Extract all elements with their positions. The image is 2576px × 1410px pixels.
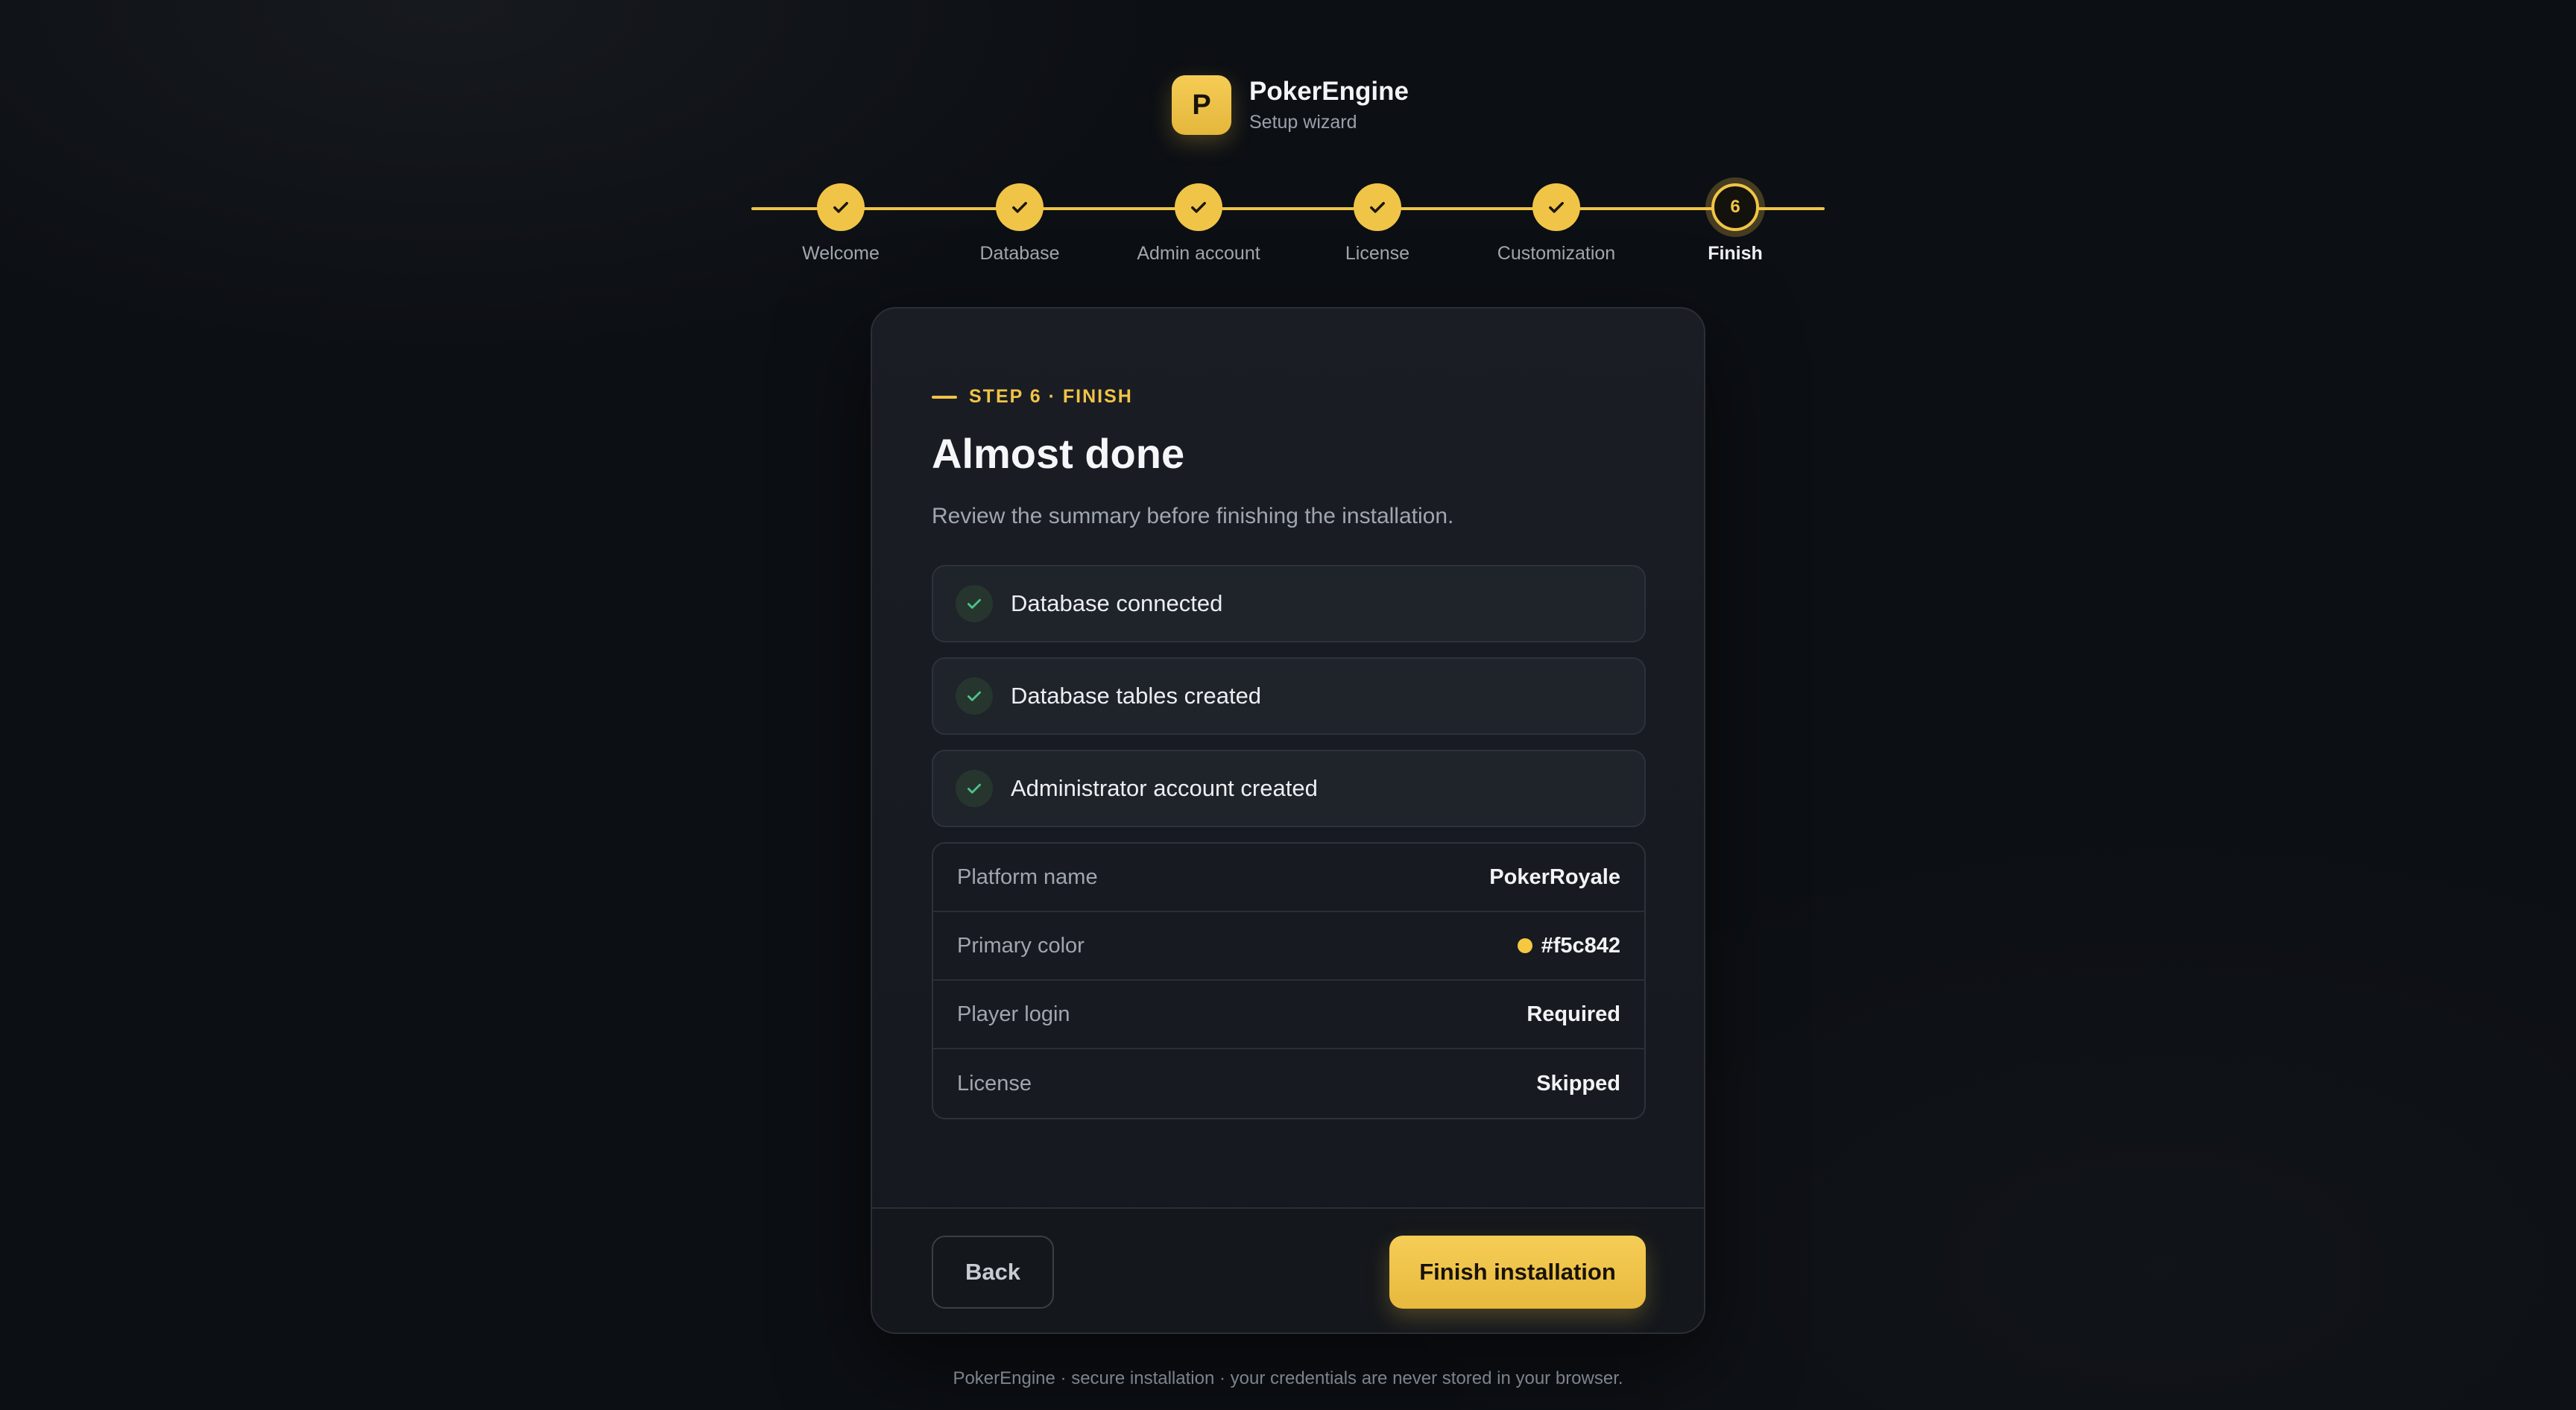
step-welcome[interactable]: Welcome (751, 183, 930, 265)
summary-value: #f5c842 (1541, 933, 1620, 958)
summary-row-primary-color: Primary color #f5c842 (933, 912, 1644, 981)
summary-row-platform-name: Platform name PokerRoyale (933, 844, 1644, 912)
page-footer-note: PokerEngine · secure installation · your… (953, 1368, 1623, 1388)
check-item-label: Database connected (1011, 590, 1223, 616)
step-label: Customization (1497, 243, 1616, 264)
summary-key: Player login (957, 1002, 1070, 1026)
wizard-card: STEP 6 · FINISH Almost done Review the s… (871, 307, 1705, 1334)
summary-value-with-swatch: #f5c842 (1517, 933, 1620, 958)
finish-installation-button[interactable]: Finish installation (1389, 1236, 1646, 1309)
check-circle-icon (956, 585, 993, 622)
check-icon (1354, 183, 1401, 231)
step-database[interactable]: Database (930, 183, 1109, 265)
check-item-admin-created: Administrator account created (932, 750, 1646, 827)
check-item-database-connected: Database connected (932, 565, 1646, 642)
step-admin-account[interactable]: Admin account (1109, 183, 1288, 265)
summary-row-player-login: Player login Required (933, 981, 1644, 1049)
check-circle-icon (956, 770, 993, 807)
card-actions: Back Finish installation (872, 1207, 1704, 1332)
status-check-list: Database connected Database tables creat… (932, 565, 1646, 842)
check-item-label: Administrator account created (1011, 775, 1318, 801)
summary-value: Required (1527, 1002, 1620, 1026)
wizard-stepper: Welcome Database Admin account License C (751, 183, 1825, 273)
check-icon (817, 183, 865, 231)
step-number: 6 (1711, 183, 1759, 231)
summary-value: Skipped (1536, 1071, 1620, 1096)
brand-text: PokerEngine Setup wizard (1249, 75, 1409, 135)
check-circle-icon (956, 677, 993, 715)
check-icon (996, 183, 1044, 231)
back-button[interactable]: Back (932, 1236, 1054, 1309)
brand-subtitle: Setup wizard (1249, 112, 1357, 133)
summary-table: Platform name PokerRoyale Primary color … (932, 842, 1646, 1119)
step-label: Welcome (802, 243, 880, 264)
brand-name: PokerEngine (1249, 77, 1409, 106)
check-item-label: Database tables created (1011, 683, 1262, 709)
summary-row-license: License Skipped (933, 1049, 1644, 1118)
brand-logo: P (1172, 75, 1231, 135)
card-title: Almost done (932, 430, 1185, 477)
summary-key: Primary color (957, 933, 1085, 958)
check-icon (1532, 183, 1580, 231)
eyebrow-bar (932, 395, 957, 399)
step-license[interactable]: License (1288, 183, 1467, 265)
check-icon (1175, 183, 1222, 231)
check-item-tables-created: Database tables created (932, 657, 1646, 735)
step-label: Database (979, 243, 1060, 264)
summary-key: Platform name (957, 864, 1098, 889)
step-label: License (1345, 243, 1410, 264)
setup-wizard-page: P PokerEngine Setup wizard Welcome Datab… (0, 0, 2576, 1410)
summary-key: License (957, 1071, 1032, 1096)
step-label: Finish (1708, 243, 1763, 264)
color-swatch (1517, 938, 1532, 953)
step-customization[interactable]: Customization (1467, 183, 1646, 265)
brand-header: P PokerEngine Setup wizard (1172, 75, 1409, 136)
eyebrow-text: STEP 6 · FINISH (969, 386, 1133, 407)
step-finish[interactable]: 6 Finish (1646, 183, 1825, 265)
summary-value: PokerRoyale (1489, 864, 1620, 889)
step-label: Admin account (1137, 243, 1260, 264)
card-subtitle: Review the summary before finishing the … (932, 504, 1454, 528)
step-eyebrow: STEP 6 · FINISH (932, 386, 1133, 408)
